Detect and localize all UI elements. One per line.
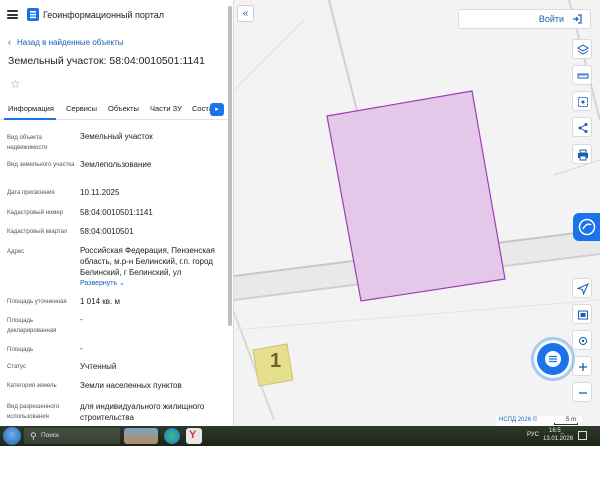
row-value: Земли населенных пунктов bbox=[80, 381, 182, 390]
row-value: 58:04:0010501:1141 bbox=[80, 208, 153, 217]
login-arrow-icon bbox=[573, 14, 582, 24]
layers-icon bbox=[577, 44, 589, 55]
zoom-in-icon bbox=[579, 363, 587, 371]
row-label: Дата присвоения bbox=[7, 190, 55, 196]
zoom-in-button[interactable] bbox=[572, 356, 592, 376]
login-label: Войти bbox=[538, 14, 564, 24]
zoom-out-button[interactable] bbox=[572, 382, 592, 402]
chevron-left-icon: ‹ bbox=[8, 37, 11, 47]
chevron-down-icon: ⌄ bbox=[119, 280, 125, 287]
screen-bottom-margin bbox=[0, 446, 600, 480]
tab-parts[interactable]: Части ЗУ bbox=[150, 104, 182, 113]
active-tab-indicator bbox=[4, 118, 56, 120]
print-icon bbox=[578, 149, 588, 161]
building-number-label: 1 bbox=[270, 350, 282, 372]
back-to-results-link[interactable]: ‹ Назад в найденные объекты bbox=[8, 37, 124, 47]
yandex-browser-icon[interactable]: Y bbox=[186, 428, 202, 444]
row-value: - bbox=[80, 315, 83, 324]
taskbar-search[interactable]: ⚲ Поиск bbox=[24, 428, 120, 444]
status-value: Учтенный bbox=[80, 362, 117, 371]
row-value: для индивидуального жилищного строительс… bbox=[80, 402, 205, 422]
row-value: 58:04:0010501 bbox=[80, 227, 134, 236]
share-icon bbox=[578, 123, 588, 133]
row-value: Землепользование bbox=[80, 160, 152, 169]
row-label: Адрес bbox=[7, 249, 25, 255]
ruler-icon bbox=[577, 73, 589, 79]
row-label: Площадь уточненная bbox=[7, 299, 67, 305]
panel-header: Геоинформационный портал bbox=[0, 0, 233, 30]
locate-button[interactable] bbox=[572, 330, 592, 350]
assistant-chat-button[interactable] bbox=[537, 343, 569, 375]
area-select-button[interactable] bbox=[572, 91, 592, 111]
row-label: Вид объекта недвижимости bbox=[7, 135, 48, 151]
row-label: Площадь bbox=[7, 347, 34, 353]
map-copyright: НСПД 2026 © bbox=[499, 417, 538, 423]
screen: Геоинформационный портал ‹ Назад в найден… bbox=[0, 0, 600, 480]
yandex-y-glyph: Y bbox=[189, 429, 197, 441]
map-scale-bar: НСПД 2026 © 5 m bbox=[496, 416, 582, 426]
login-button[interactable]: Войти bbox=[458, 9, 591, 29]
row-label: Вид земельного участка bbox=[7, 162, 75, 168]
chat-lines-icon bbox=[545, 351, 561, 367]
scale-line bbox=[554, 423, 578, 425]
portal-logo-icon bbox=[27, 8, 39, 21]
row-value: Земельный участок bbox=[80, 132, 153, 141]
tab-services[interactable]: Сервисы bbox=[66, 104, 97, 113]
notifications-icon[interactable] bbox=[578, 431, 587, 440]
navigate-icon bbox=[577, 283, 589, 295]
layers-button[interactable] bbox=[572, 39, 592, 59]
row-label: Кадастровый номер bbox=[7, 210, 64, 216]
row-value: - bbox=[80, 344, 83, 353]
row-label: Площадь декларированная bbox=[7, 318, 57, 334]
row-label: Кадастровый квартал bbox=[7, 229, 68, 235]
taskbar-search-placeholder: Поиск bbox=[41, 432, 60, 439]
share-button[interactable] bbox=[572, 117, 592, 137]
tabs-scroll-right-button[interactable]: ▸ bbox=[210, 103, 224, 116]
expand-link-label: Развернуть bbox=[80, 280, 118, 287]
object-title: Земельный участок: 58:04:0010501:1141 bbox=[8, 55, 205, 67]
row-label: Категория земель bbox=[7, 383, 57, 389]
row-value: 10.11.2025 bbox=[80, 188, 120, 197]
panel-tabs: Информация Сервисы Объекты Части ЗУ Сост… bbox=[0, 100, 228, 120]
expand-address-link[interactable]: Развернуть ⌄ bbox=[80, 279, 125, 287]
clock-date: 13.01.2026 bbox=[543, 436, 574, 442]
speech-bubble-icon bbox=[578, 218, 596, 236]
portal-title: Геоинформационный портал bbox=[43, 10, 164, 20]
ruler-button[interactable] bbox=[572, 65, 592, 85]
row-value: 1 014 кв. м bbox=[80, 297, 120, 306]
area-select-icon bbox=[578, 97, 588, 107]
zoom-out-icon bbox=[579, 392, 587, 394]
clock-time: 16:5_ bbox=[549, 428, 565, 434]
locate-icon bbox=[579, 337, 587, 345]
taskbar-wallpaper-app-icon[interactable] bbox=[124, 428, 158, 444]
search-icon: ⚲ bbox=[30, 431, 37, 441]
row-label: Статус bbox=[7, 364, 26, 370]
tab-objects[interactable]: Объекты bbox=[108, 104, 139, 113]
map-type-icon bbox=[578, 310, 588, 320]
start-button[interactable] bbox=[3, 427, 21, 445]
print-button[interactable] bbox=[572, 144, 592, 164]
edge-browser-icon[interactable] bbox=[164, 428, 180, 444]
feedback-button[interactable] bbox=[573, 213, 600, 241]
info-panel: Геоинформационный портал ‹ Назад в найден… bbox=[0, 0, 234, 426]
panel-scrollbar[interactable] bbox=[228, 6, 232, 326]
address-value: Российская Федерация, Пензенская область… bbox=[80, 246, 215, 277]
collapse-panel-button[interactable]: « bbox=[237, 5, 254, 22]
navigate-button[interactable] bbox=[572, 278, 592, 298]
os-taskbar: ⚲ Поиск Y РУС 16:5_ 13.01.2026 bbox=[0, 426, 600, 446]
favorite-star-icon[interactable]: ☆ bbox=[10, 77, 21, 91]
hamburger-menu-icon[interactable] bbox=[7, 10, 18, 19]
row-label: Вид разрешенного использования bbox=[7, 404, 60, 420]
tab-info[interactable]: Информация bbox=[8, 104, 54, 113]
language-indicator[interactable]: РУС bbox=[527, 432, 539, 438]
map-type-button[interactable] bbox=[572, 304, 592, 324]
back-link-label: Назад в найденные объекты bbox=[17, 38, 124, 47]
